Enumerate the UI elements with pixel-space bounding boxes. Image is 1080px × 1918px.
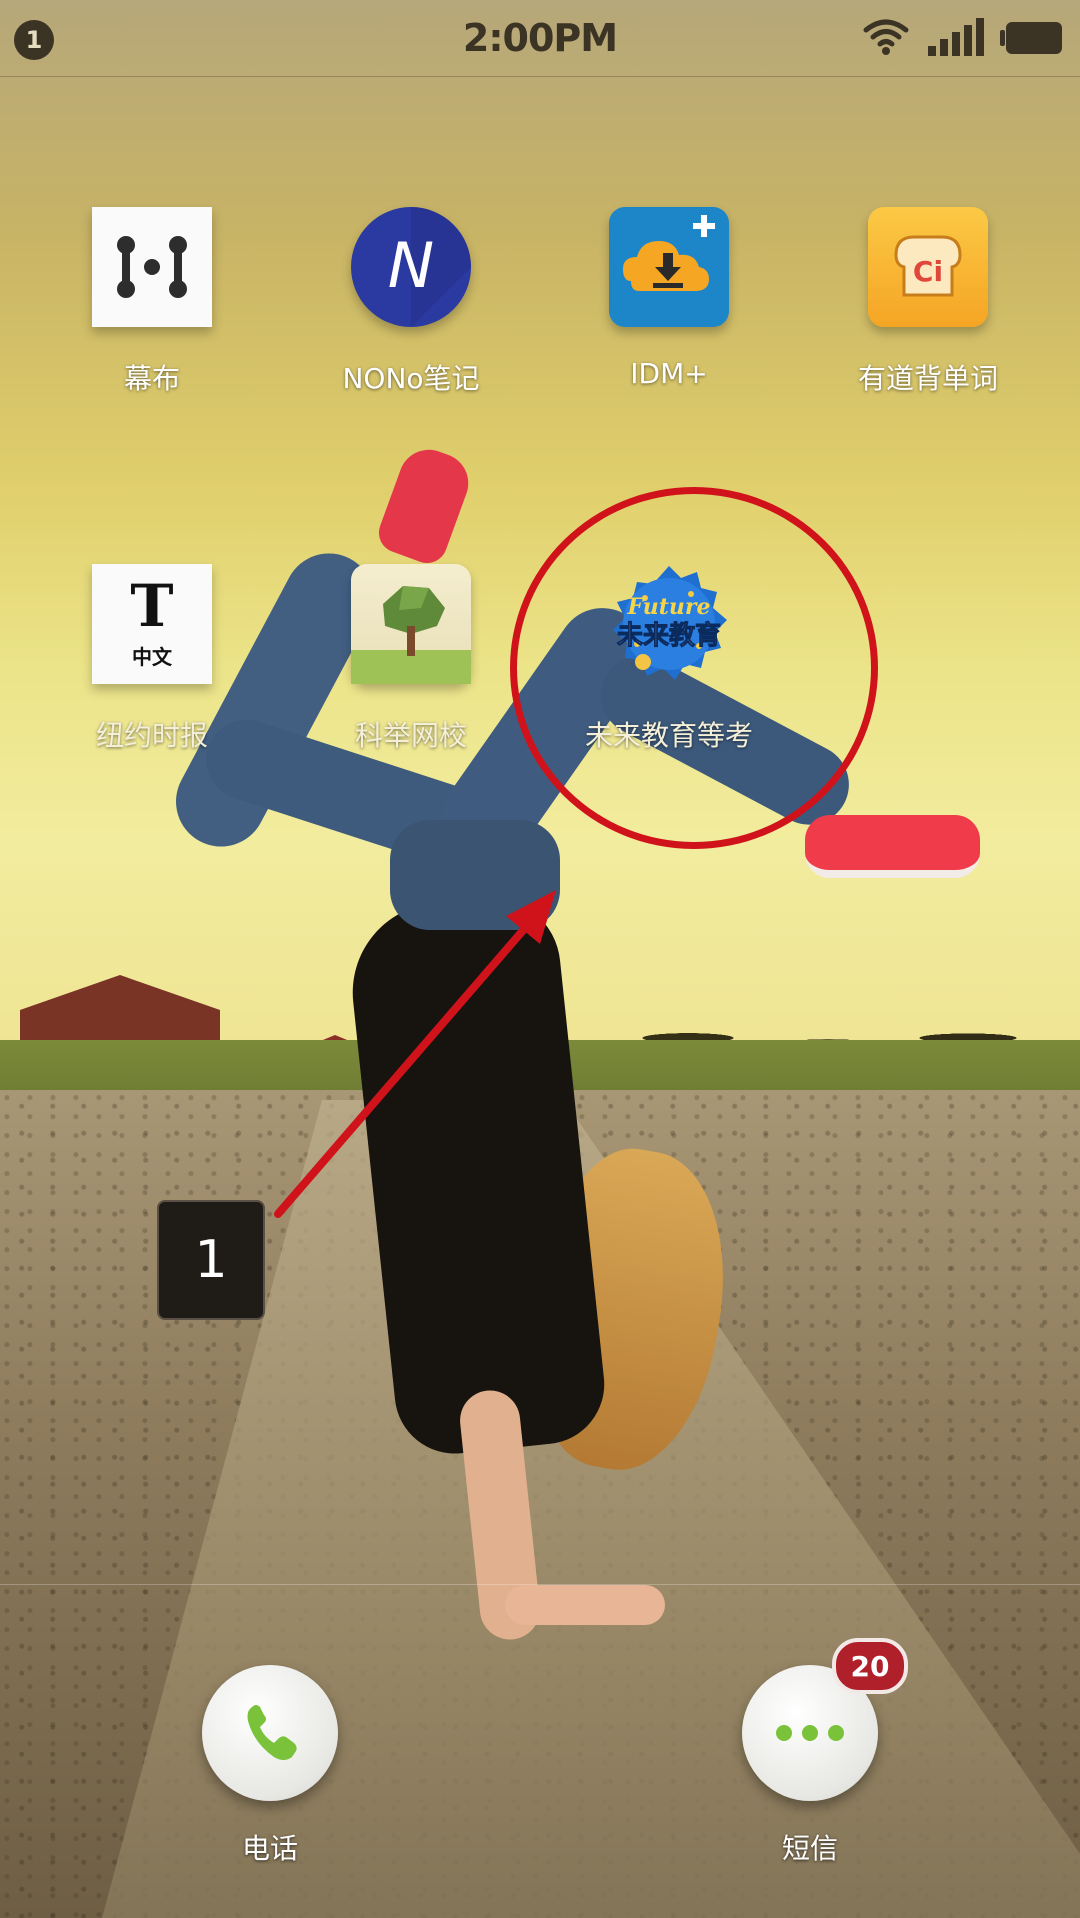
app-label: NONo笔记 — [342, 362, 480, 395]
app-idm-plus[interactable]: IDM+ — [549, 207, 789, 390]
nono-tile-text: N — [388, 229, 434, 302]
battery-icon — [1000, 22, 1062, 54]
highlight-circle — [510, 487, 878, 849]
status-clock: 2:00PM — [462, 16, 618, 60]
app-mubu[interactable]: 幕布 — [32, 207, 272, 397]
mubu-icon — [92, 207, 212, 327]
app-keju-school[interactable]: 科举网校 — [291, 564, 531, 754]
app-label: IDM+ — [630, 357, 708, 390]
dock-divider — [0, 1584, 1080, 1585]
dock-phone-app[interactable]: 电话 — [170, 1665, 370, 1867]
nytimes-icon: T 中文 — [92, 564, 212, 684]
app-label: 有道背单词 — [857, 362, 998, 395]
app-nono-notes[interactable]: N NONo笔记 — [291, 207, 531, 397]
signal-icon — [928, 18, 984, 56]
app-label: 纽约时报 — [95, 719, 208, 752]
wallpaper-figure-hips — [390, 820, 560, 930]
keju-school-icon — [351, 564, 471, 684]
wifi-icon — [863, 19, 909, 55]
dock-label: 电话 — [241, 1832, 298, 1865]
youdao-tile-text: Ci — [913, 255, 943, 288]
wallpaper-figure-hand — [505, 1585, 665, 1625]
app-label: 科举网校 — [354, 719, 467, 752]
idm-plus-icon — [609, 207, 729, 327]
youdao-words-icon: Ci — [868, 207, 988, 327]
app-nytimes[interactable]: T 中文 纽约时报 — [32, 564, 272, 754]
app-label: 幕布 — [123, 362, 180, 395]
nytimes-tile-text: 中文 — [132, 645, 173, 669]
status-bar: 1 2:00PM — [0, 0, 1080, 77]
phone-icon — [202, 1665, 338, 1801]
sms-unread-badge: 20 — [832, 1638, 908, 1694]
app-youdao-words[interactable]: Ci 有道背单词 — [808, 207, 1048, 397]
step-number-label: 1 — [157, 1200, 265, 1320]
dock-label: 短信 — [781, 1832, 838, 1865]
nono-notes-icon: N — [351, 207, 471, 327]
dock-sms-app[interactable]: 短信 — [710, 1665, 910, 1867]
wallpaper-figure-shoe — [805, 815, 980, 878]
svg-text:T: T — [130, 572, 173, 640]
